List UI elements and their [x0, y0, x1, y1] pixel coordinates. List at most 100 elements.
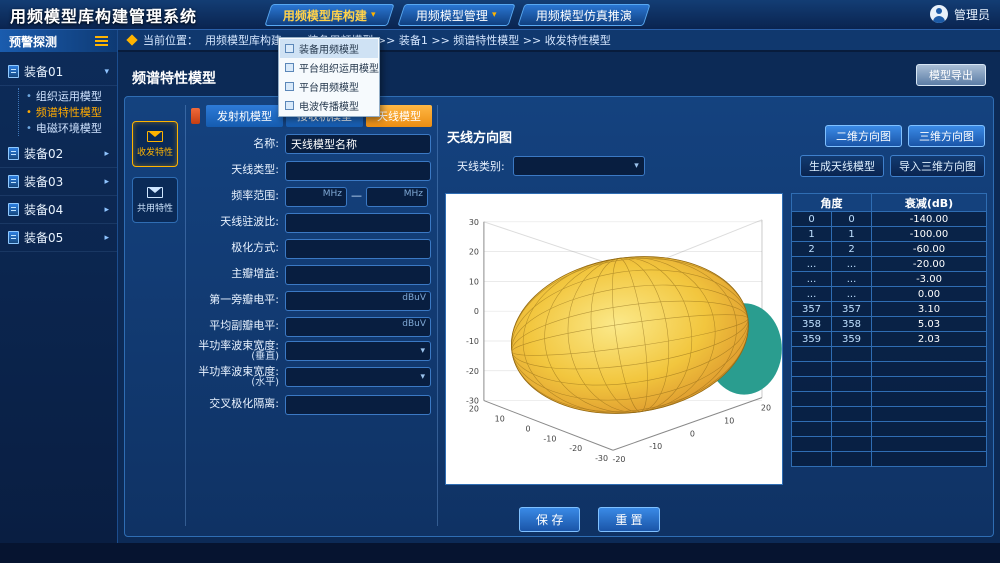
angle-cell: [832, 377, 872, 392]
table-row[interactable]: [792, 347, 987, 362]
angle-cell: [832, 422, 872, 437]
page-title: 频谱特性模型: [132, 68, 216, 88]
polarization-row: 极化方式:: [189, 237, 431, 257]
tree-child-em-environment-model[interactable]: 电磁环境模型: [26, 120, 117, 136]
angle-cell: 0: [832, 212, 872, 227]
svg-text:0: 0: [474, 307, 479, 316]
antenna-category-label: 天线类别:: [457, 158, 505, 174]
equipment-01-children: 组织运用模型 频谱特性模型 电磁环境模型: [18, 88, 117, 136]
feature-button-transceiver[interactable]: 收发特性: [132, 121, 178, 167]
table-row[interactable]: [792, 407, 987, 422]
save-button[interactable]: 保 存: [519, 507, 580, 532]
angle-cell: [832, 407, 872, 422]
table-row[interactable]: 3593592.03: [792, 332, 987, 347]
svg-text:10: 10: [724, 416, 734, 425]
feature-column: 收发特性 共用特性: [132, 121, 178, 223]
attenuation-cell: -100.00: [872, 227, 987, 242]
tree-item-equipment-02[interactable]: 装备02 ▸: [0, 140, 117, 168]
pattern-2d-button[interactable]: 二维方向图: [825, 125, 902, 147]
location-icon: [126, 34, 137, 45]
angle-cell: [832, 392, 872, 407]
table-row[interactable]: [792, 362, 987, 377]
svg-text:-20: -20: [612, 455, 625, 464]
xpol-isolation-input[interactable]: [285, 395, 431, 415]
nav-item-model-build[interactable]: 用频模型库构建 ▾: [264, 4, 394, 26]
feature-button-common[interactable]: 共用特性: [132, 177, 178, 223]
admin-label: 管理员: [954, 6, 990, 23]
antenna-name-input[interactable]: [285, 134, 431, 154]
dropdown-item-platform-org-model[interactable]: 平台组织运用模型: [280, 58, 378, 77]
dropdown-item-wave-propagation-model[interactable]: 电波传播模型: [280, 96, 378, 115]
dropdown-item-platform-freq-model[interactable]: 平台用频模型: [280, 77, 378, 96]
sidebar-header[interactable]: 预警探测: [0, 30, 117, 52]
table-row[interactable]: [792, 422, 987, 437]
chevron-down-icon: ▾: [420, 372, 425, 382]
table-row[interactable]: ......0.00: [792, 287, 987, 302]
user-box[interactable]: 管理员: [930, 5, 990, 23]
pattern-3d-button[interactable]: 三维方向图: [908, 125, 985, 147]
nav-item-simulation[interactable]: 用频模型仿真推演: [518, 4, 651, 26]
angle-cell: [792, 452, 832, 467]
freq-low-input[interactable]: [285, 187, 347, 207]
tab-transmitter-model[interactable]: 发射机模型: [206, 105, 283, 127]
generate-antenna-model-button[interactable]: 生成天线模型: [800, 155, 884, 177]
person-icon: [930, 5, 948, 23]
tree-child-spectrum-model[interactable]: 频谱特性模型: [26, 104, 117, 120]
breadcrumb-label: 当前位置：: [143, 32, 198, 48]
table-row[interactable]: 3573573.10: [792, 302, 987, 317]
hpbw-vertical-select[interactable]: ▾: [285, 341, 431, 361]
attenuation-cell: -60.00: [872, 242, 987, 257]
angle-cell: ...: [832, 257, 872, 272]
table-row[interactable]: 22-60.00: [792, 242, 987, 257]
main-lobe-gain-input[interactable]: [285, 265, 431, 285]
table-row[interactable]: 00-140.00: [792, 212, 987, 227]
vswr-row: 天线驻波比:: [189, 211, 431, 231]
pattern-title: 天线方向图: [447, 127, 512, 146]
freq-range-row: 频率范围: MHz — MHz: [189, 185, 431, 205]
nav-item-model-manage[interactable]: 用频模型管理 ▾: [397, 4, 515, 26]
tree-item-equipment-01[interactable]: 装备01 ▾: [0, 58, 117, 86]
breadcrumb: 当前位置： 用频模型库构建 >> 装备用频模型 >> 装备1 >> 频谱特性模型…: [118, 30, 1000, 52]
table-row[interactable]: [792, 392, 987, 407]
table-row[interactable]: ......-20.00: [792, 257, 987, 272]
tree-item-equipment-04[interactable]: 装备04 ▸: [0, 196, 117, 224]
freq-high-input[interactable]: [366, 187, 428, 207]
table-row[interactable]: ......-3.00: [792, 272, 987, 287]
avg-sidelobe-input[interactable]: [285, 317, 431, 337]
first-sidelobe-input[interactable]: [285, 291, 431, 311]
hpbw-horizontal-row: 半功率波束宽度:(水平) ▾: [189, 367, 431, 387]
wave-icon: [285, 101, 294, 110]
import-3d-pattern-button[interactable]: 导入三维方向图: [890, 155, 985, 177]
tree-child-organization-model[interactable]: 组织运用模型: [26, 88, 117, 104]
attenuation-cell: 3.10: [872, 302, 987, 317]
tree-item-equipment-05[interactable]: 装备05 ▸: [0, 224, 117, 252]
svg-text:-10: -10: [649, 442, 662, 451]
svg-text:10: 10: [469, 277, 479, 286]
angle-cell: [832, 362, 872, 377]
vswr-input[interactable]: [285, 213, 431, 233]
antenna-type-input[interactable]: [285, 161, 431, 181]
angle-cell: 358: [792, 317, 832, 332]
table-row[interactable]: 3583585.03: [792, 317, 987, 332]
antenna-category-select[interactable]: ▾: [513, 156, 645, 176]
reset-button[interactable]: 重 置: [598, 507, 659, 532]
equipment-tree: 装备01 ▾ 组织运用模型 频谱特性模型 电磁环境模型 装备02 ▸ 装备03 …: [0, 52, 117, 252]
table-row[interactable]: 11-100.00: [792, 227, 987, 242]
name-field-row: 名称:: [189, 133, 431, 153]
svg-text:10: 10: [495, 414, 505, 423]
attenuation-cell: [872, 377, 987, 392]
chevron-down-icon: ▾: [420, 346, 425, 356]
tree-item-equipment-03[interactable]: 装备03 ▸: [0, 168, 117, 196]
table-row[interactable]: [792, 377, 987, 392]
table-row[interactable]: [792, 437, 987, 452]
polarization-input[interactable]: [285, 239, 431, 259]
vertical-divider: [185, 105, 186, 526]
dropdown-item-equipment-freq-model[interactable]: 装备用频模型: [280, 39, 378, 58]
sidebar: 预警探测 装备01 ▾ 组织运用模型 频谱特性模型 电磁环境模型 装备02 ▸: [0, 30, 118, 543]
table-row[interactable]: [792, 452, 987, 467]
content-panel: 收发特性 共用特性 发射机模型 接收机模型 天线模型 名称: 天线类型:: [124, 96, 994, 537]
hpbw-horizontal-select[interactable]: ▾: [285, 367, 431, 387]
org-icon: [285, 63, 294, 72]
pattern-3d-surface: 3020100-10-20-3020100-10-20-30-20-100102…: [446, 194, 782, 484]
model-export-button[interactable]: 模型导出: [916, 64, 986, 86]
